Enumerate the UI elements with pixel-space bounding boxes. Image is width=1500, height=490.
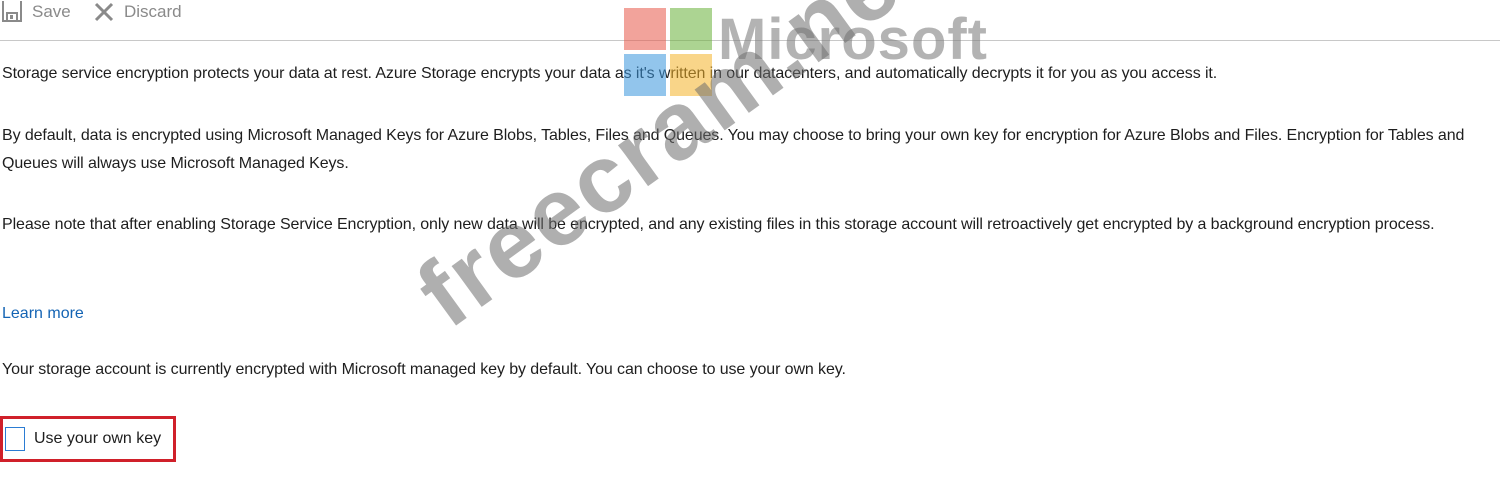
use-own-key-label: Use your own key	[34, 430, 162, 447]
use-own-key-option[interactable]: Use your own key	[0, 416, 176, 462]
current-encryption-status: Your storage account is currently encryp…	[2, 361, 846, 378]
save-icon	[2, 1, 22, 23]
save-button[interactable]: Save	[2, 0, 71, 24]
learn-more-link[interactable]: Learn more	[2, 300, 84, 328]
close-icon	[94, 2, 114, 22]
discard-label: Discard	[124, 2, 182, 21]
use-own-key-checkbox[interactable]	[5, 427, 25, 451]
description-paragraph-3: Please note that after enabling Storage …	[2, 216, 1435, 233]
discard-button[interactable]: Discard	[94, 0, 182, 24]
encryption-page: Save Discard Storage service encryption …	[0, 0, 1500, 490]
save-label: Save	[32, 2, 71, 21]
